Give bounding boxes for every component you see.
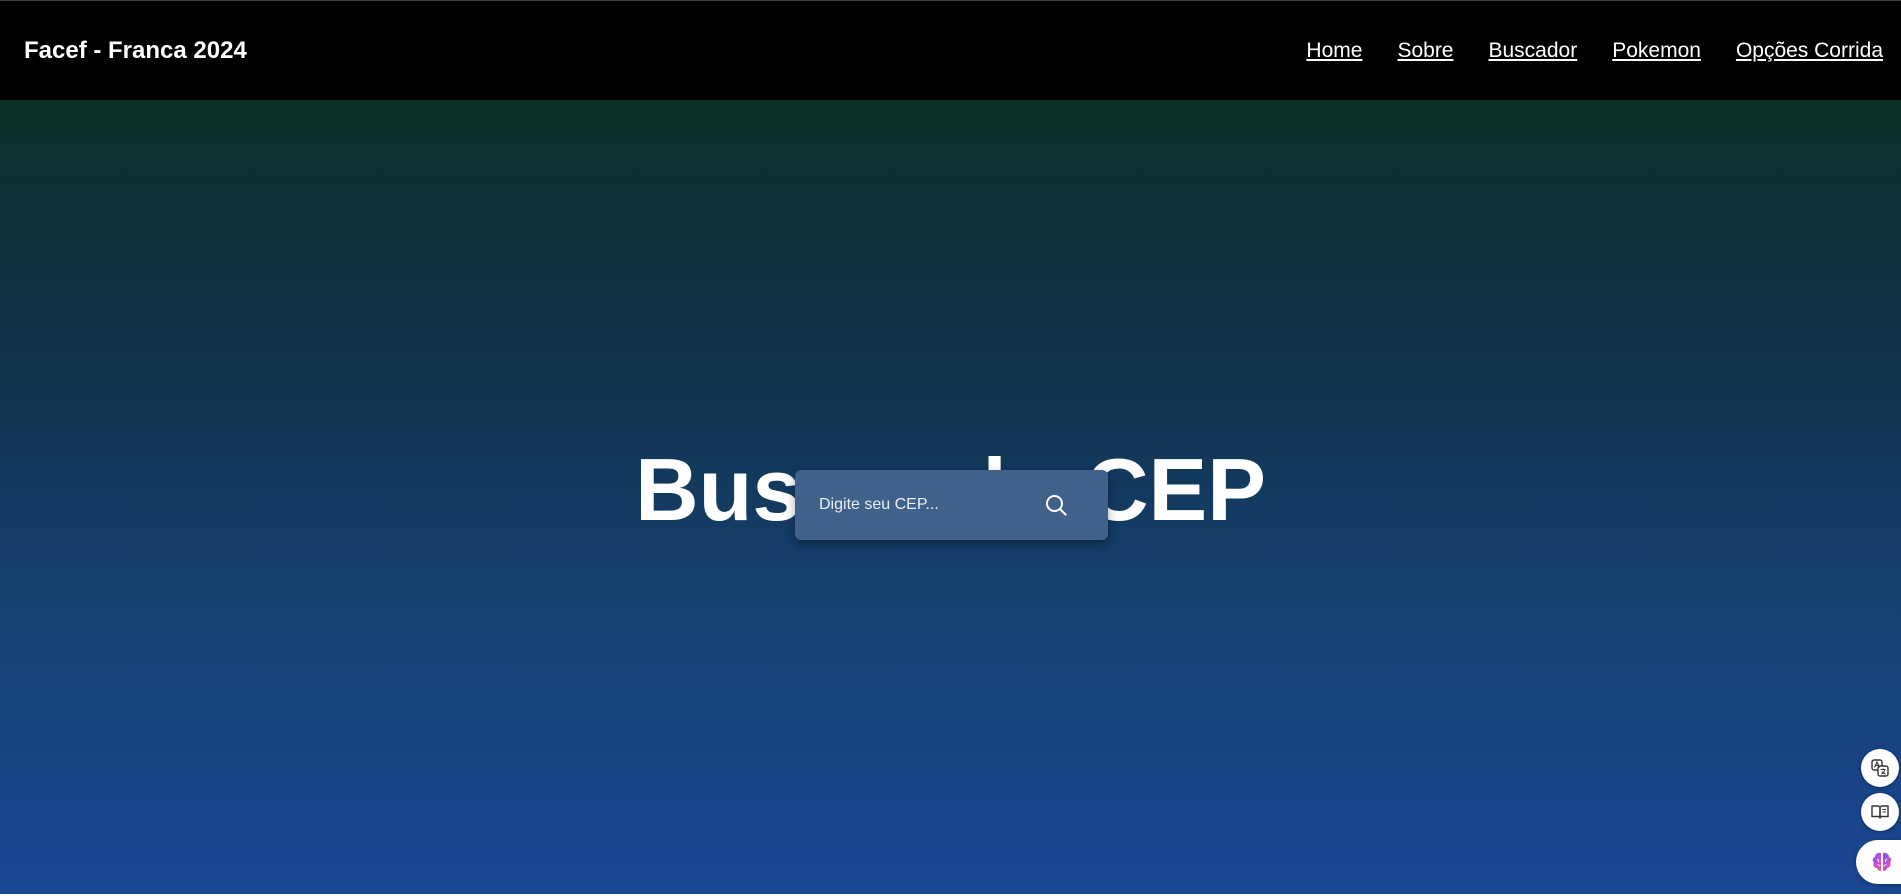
top-navbar: Facef - Franca 2024 Home Sobre Buscador … bbox=[0, 0, 1901, 100]
translate-icon bbox=[1871, 759, 1889, 777]
nav-link-home[interactable]: Home bbox=[1306, 38, 1362, 64]
cep-search-box bbox=[795, 470, 1108, 540]
nav-links: Home Sobre Buscador Pokemon Opções Corri… bbox=[1306, 38, 1883, 64]
brain-icon bbox=[1872, 852, 1892, 871]
reader-mode-icon bbox=[1871, 805, 1889, 819]
cep-search-input[interactable] bbox=[811, 470, 1031, 540]
ai-assistant-button[interactable] bbox=[1856, 840, 1901, 884]
nav-link-sobre[interactable]: Sobre bbox=[1397, 38, 1453, 64]
search-button[interactable] bbox=[1039, 488, 1073, 522]
nav-link-opcoes-corrida[interactable]: Opções Corrida bbox=[1736, 38, 1883, 64]
reader-mode-button[interactable] bbox=[1861, 793, 1899, 831]
site-brand: Facef - Franca 2024 bbox=[24, 37, 247, 64]
search-icon bbox=[1046, 495, 1067, 516]
nav-link-pokemon[interactable]: Pokemon bbox=[1612, 38, 1701, 64]
translate-button[interactable] bbox=[1861, 749, 1899, 787]
nav-link-buscador[interactable]: Buscador bbox=[1489, 38, 1578, 64]
